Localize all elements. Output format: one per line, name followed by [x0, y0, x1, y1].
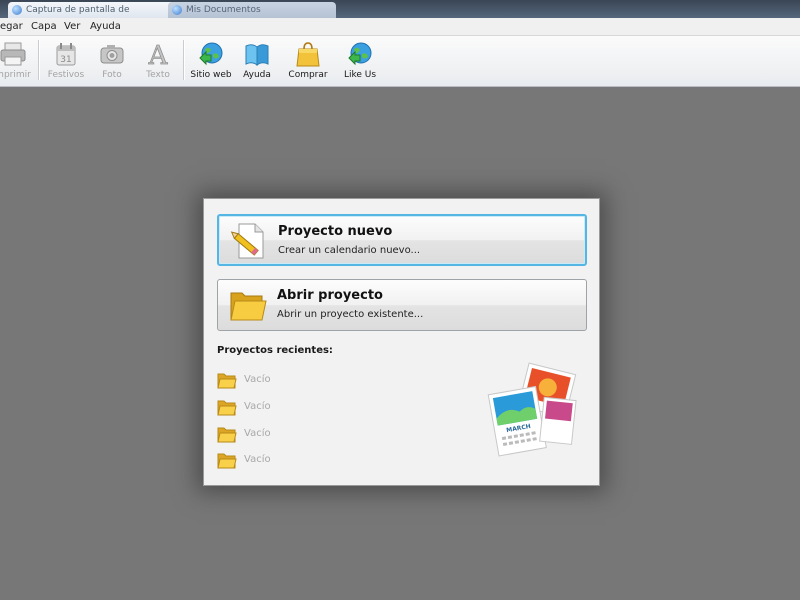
printer-icon [0, 42, 26, 66]
recent-project-item[interactable]: Vacío [217, 370, 337, 390]
recent-projects-heading: Proyectos recientes: [217, 345, 333, 356]
open-project-button[interactable]: Abrir proyecto Abrir un proyecto existen… [217, 279, 587, 331]
tab-label: Captura de pantalla de [26, 5, 130, 15]
recent-project-label: Vacío [244, 428, 271, 439]
help-label: Ayuda [243, 70, 271, 80]
help-button[interactable]: Ayuda [237, 38, 277, 82]
camera-icon [100, 45, 124, 64]
holidays-label: Festivos [47, 70, 85, 80]
text-icon: A [147, 41, 169, 68]
menu-item-capa[interactable]: Capa [31, 20, 57, 33]
tab-active[interactable]: Captura de pantalla de [8, 2, 176, 18]
menu-item-navegar[interactable]: egar [0, 20, 23, 33]
browser-tab-strip: Captura de pantalla de Mis Documentos [0, 0, 800, 18]
menu-bar: egar Capa Ver Ayuda [0, 18, 800, 36]
print-label: mprimir [0, 70, 31, 80]
text-label: Texto [146, 70, 170, 80]
open-folder-icon [230, 292, 267, 321]
folder-icon [217, 427, 237, 443]
tab-label: Mis Documentos [186, 5, 261, 15]
website-label: Sitio web [190, 70, 232, 80]
photo-label: Foto [102, 70, 122, 80]
holidays-button[interactable]: 31 Festivos [46, 38, 86, 82]
text-button[interactable]: A Texto [138, 38, 178, 82]
menu-item-ver[interactable]: Ver [64, 20, 80, 33]
tab-favicon-icon [172, 5, 182, 15]
recent-project-item[interactable]: Vacío [217, 450, 337, 470]
open-project-subtitle: Abrir un proyecto existente... [277, 309, 424, 320]
recent-project-label: Vacío [244, 401, 271, 412]
folder-icon [217, 373, 237, 389]
toolbar-separator [183, 40, 185, 80]
like-us-label: Like Us [343, 70, 377, 80]
toolbar-separator [38, 40, 40, 80]
recent-project-label: Vacío [244, 454, 271, 465]
new-document-pencil-icon [230, 223, 264, 259]
website-button[interactable]: Sitio web [189, 38, 233, 82]
folder-icon [217, 400, 237, 416]
tab-favicon-icon [12, 5, 22, 15]
toolbar: mprimir 31 Festivos Foto A Texto [0, 36, 800, 87]
globe-arrow-icon [199, 42, 223, 66]
calendar-icon: 31 [56, 43, 76, 66]
buy-label: Comprar [288, 70, 328, 80]
photo-calendar-illustration: MARCH [487, 362, 577, 457]
svg-text:A: A [148, 41, 169, 68]
print-button[interactable]: mprimir [0, 38, 32, 82]
recent-project-item[interactable]: Vacío [217, 397, 337, 417]
globe-arrow-icon [348, 42, 372, 66]
new-project-subtitle: Crear un calendario nuevo... [278, 245, 421, 256]
svg-text:31: 31 [60, 55, 71, 65]
new-project-button[interactable]: Proyecto nuevo Crear un calendario nuevo… [217, 214, 587, 266]
new-project-title: Proyecto nuevo [278, 224, 393, 239]
recent-project-label: Vacío [244, 374, 271, 385]
book-icon [245, 44, 269, 67]
menu-item-ayuda[interactable]: Ayuda [90, 20, 121, 33]
shopping-bag-icon [296, 42, 320, 67]
folder-icon [217, 453, 237, 469]
start-dialog: Proyecto nuevo Crear un calendario nuevo… [203, 198, 600, 486]
like-us-button[interactable]: Like Us [338, 38, 382, 82]
recent-project-item[interactable]: Vacío [217, 424, 337, 444]
buy-button[interactable]: Comprar [286, 38, 330, 82]
open-project-title: Abrir proyecto [277, 288, 383, 303]
photo-button[interactable]: Foto [92, 38, 132, 82]
tab-inactive[interactable]: Mis Documentos [168, 2, 336, 18]
